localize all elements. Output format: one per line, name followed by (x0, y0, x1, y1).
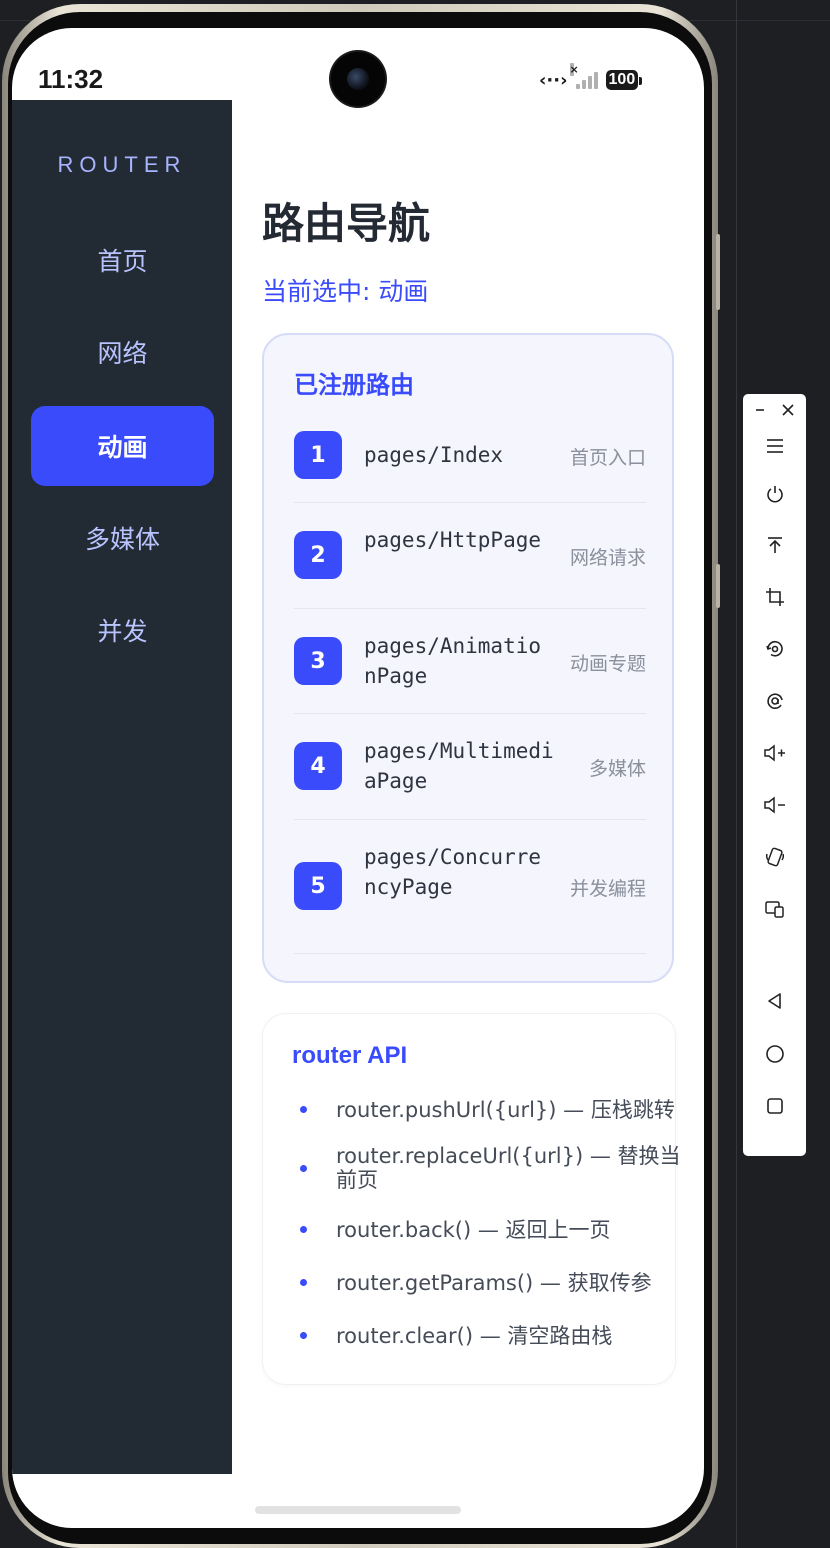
api-list-item: router.replaceUrl({url}) — 替换当前页 (300, 1144, 681, 1196)
bullet-icon (300, 1106, 307, 1113)
route-number-badge: 5 (294, 862, 342, 910)
route-number-badge: 2 (294, 531, 342, 579)
emulator-toolbar (743, 394, 806, 1156)
minimize-icon[interactable] (749, 398, 771, 422)
route-number-badge: 1 (294, 431, 342, 479)
route-desc: 多媒体 (588, 758, 646, 780)
rotate-icon[interactable] (743, 629, 806, 669)
emulator-divider (736, 0, 737, 1548)
sidebar-brand: ROUTER (57, 152, 187, 177)
api-item-text: router.back() — 返回上一页 (336, 1218, 611, 1242)
bullet-icon (300, 1165, 307, 1172)
route-desc: 首页入口 (569, 447, 646, 469)
screenshot-icon[interactable] (743, 681, 806, 721)
sidebar-item-multimedia[interactable]: 多媒体 (31, 498, 214, 578)
multi-device-icon[interactable] (743, 889, 806, 929)
sidebar-item-animation[interactable]: 动画 (31, 406, 214, 486)
route-desc: 网络请求 (569, 547, 646, 569)
status-icons: ‹··› × 100 (539, 63, 642, 94)
power-icon[interactable] (743, 474, 806, 514)
routes-card: 已注册路由 1 pages/Index 首页入口 2 pages/HttpPag… (262, 333, 674, 983)
api-item-text: router.getParams() — 获取传参 (336, 1271, 652, 1295)
front-camera (331, 52, 385, 106)
sidebar: ROUTER 首页 网络 动画 多媒体 并发 (12, 100, 232, 1474)
route-number-badge: 3 (294, 637, 342, 685)
volume-button (716, 234, 720, 310)
shake-icon[interactable] (743, 837, 806, 877)
route-row[interactable]: 1 pages/Index 首页入口 (294, 417, 646, 503)
home-icon[interactable] (743, 1034, 806, 1074)
bullet-icon (300, 1279, 307, 1286)
current-selection: 当前选中: 动画 (262, 277, 429, 306)
bullet-icon (300, 1332, 307, 1339)
route-path: pages/ConcurrencyPage (364, 845, 542, 899)
api-item-text: router.clear() — 清空路由栈 (336, 1324, 613, 1348)
home-indicator[interactable] (255, 1506, 461, 1514)
recents-icon[interactable] (743, 1086, 806, 1126)
api-card-title: router API (292, 1042, 408, 1069)
route-path: pages/MultimediaPage (364, 739, 554, 793)
api-list-item: router.getParams() — 获取传参 (300, 1271, 660, 1301)
close-icon[interactable] (777, 398, 799, 422)
route-desc: 动画专题 (569, 653, 646, 675)
api-list-item: router.back() — 返回上一页 (300, 1218, 660, 1248)
signal-icon: × (569, 63, 598, 89)
route-row[interactable]: 5 pages/ConcurrencyPage 并发编程 (294, 820, 646, 954)
route-row[interactable]: 3 pages/AnimationPage 动画专题 (294, 609, 646, 714)
api-list-item: router.clear() — 清空路由栈 (300, 1324, 660, 1354)
sidebar-item-network[interactable]: 网络 (31, 312, 214, 392)
pin-top-icon[interactable] (743, 525, 806, 565)
sidebar-item-home[interactable]: 首页 (31, 220, 214, 300)
route-desc: 并发编程 (569, 878, 646, 900)
routes-card-title: 已注册路由 (294, 371, 414, 399)
sidebar-item-concurrency[interactable]: 并发 (31, 590, 214, 670)
api-list-item: router.pushUrl({url}) — 压栈跳转 (300, 1098, 675, 1128)
phone-screen: 11:32 ‹··› × 100 ROUTER 首页 网络 动画 多媒体 并发 … (12, 28, 704, 1528)
page-title: 路由导航 (262, 199, 431, 248)
api-item-text: router.replaceUrl({url}) — 替换当前页 (336, 1144, 681, 1192)
power-button (716, 564, 720, 608)
route-number-badge: 4 (294, 742, 342, 790)
api-item-text: router.pushUrl({url}) — 压栈跳转 (336, 1098, 675, 1122)
api-card: router API router.pushUrl({url}) — 压栈跳转 … (262, 1013, 681, 1385)
crop-icon[interactable] (743, 577, 806, 617)
route-path: pages/HttpPage (364, 528, 542, 552)
bullet-icon (300, 1226, 307, 1233)
menu-icon[interactable] (743, 426, 806, 466)
route-row[interactable]: 2 pages/HttpPage 网络请求 (294, 503, 646, 609)
route-row[interactable]: 4 pages/MultimediaPage 多媒体 (294, 714, 646, 820)
route-path: pages/Index (364, 443, 504, 467)
volume-up-icon[interactable] (743, 733, 806, 773)
battery-icon: 100 (605, 70, 642, 90)
volume-down-icon[interactable] (743, 785, 806, 825)
route-path: pages/AnimationPage (364, 634, 542, 688)
back-icon[interactable] (743, 981, 806, 1021)
data-transfer-icon: ‹··› (539, 69, 568, 91)
status-time: 11:32 (38, 64, 104, 94)
